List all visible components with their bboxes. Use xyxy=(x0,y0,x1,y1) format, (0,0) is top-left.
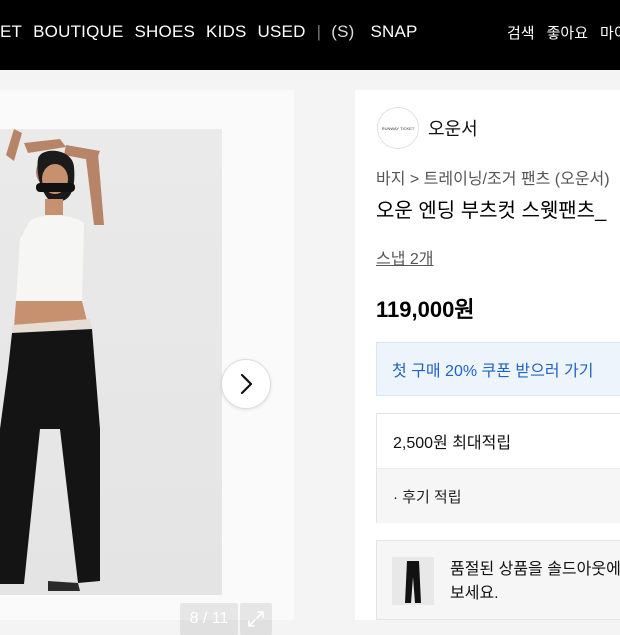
page-content: 8 / 11 RUNWAY TICKET 오운서 바지 > 트레이닝/조거 팬츠… xyxy=(0,70,620,635)
product-price: 119,000원 xyxy=(376,297,475,322)
pants-thumbnail-image xyxy=(405,561,421,603)
snap-label: SNAP xyxy=(370,22,418,41)
nav-item-used[interactable]: USED xyxy=(258,22,306,42)
brand-name[interactable]: 오운서 xyxy=(428,115,478,141)
soldout-message-line1: 품절된 상품을 솔드아웃에 xyxy=(450,561,620,578)
snap-count-link[interactable]: 스냅 2개 xyxy=(376,245,434,269)
nav-item-et[interactable]: ET xyxy=(0,22,22,42)
next-image-button[interactable] xyxy=(221,359,271,409)
soldout-thumbnail xyxy=(392,557,434,605)
likes-link[interactable]: 좋아요 xyxy=(547,22,588,43)
chevron-right-icon xyxy=(240,373,253,395)
user-nav: 검색 좋아요 마이 xyxy=(507,22,620,43)
soldout-message: 품절된 상품을 솔드아웃에 보세요. xyxy=(450,558,620,606)
nav-divider: | xyxy=(316,22,322,41)
my-page-link[interactable]: 마이 xyxy=(600,22,620,43)
expand-icon xyxy=(248,611,264,627)
image-counter: 8 / 11 xyxy=(180,603,238,635)
product-gallery: 8 / 11 xyxy=(0,90,294,635)
product-info-panel: RUNWAY TICKET 오운서 바지 > 트레이닝/조거 팬츠 (오운서) … xyxy=(355,90,620,620)
search-link[interactable]: 검색 xyxy=(507,22,535,43)
points-info-box: 2,500원 최대적립 · 후기 적립 xyxy=(376,413,620,523)
snap-logo-icon: (S) xyxy=(331,22,355,41)
max-points-text: 2,500원 최대적립 xyxy=(377,414,620,469)
first-purchase-coupon-button[interactable]: 첫 구매 20% 쿠폰 받으러 가기 xyxy=(376,342,620,396)
fullscreen-button[interactable] xyxy=(240,603,272,635)
top-navigation-bar: ET BOUTIQUE SHOES KIDS USED | (S) SNAP 검… xyxy=(0,0,620,70)
nav-item-kids[interactable]: KIDS xyxy=(206,22,246,42)
model-figure xyxy=(0,129,104,591)
nav-item-shoes[interactable]: SHOES xyxy=(135,22,196,42)
brand-logo[interactable]: RUNWAY TICKET xyxy=(377,107,419,149)
nav-item-snap[interactable]: (S) SNAP xyxy=(331,22,428,42)
product-title: 오운 엔딩 부츠컷 스웻팬츠_ xyxy=(376,200,607,222)
main-nav: ET BOUTIQUE SHOES KIDS USED | (S) SNAP xyxy=(0,22,440,42)
review-points-text: · 후기 적립 xyxy=(377,469,620,523)
soldout-banner[interactable]: 품절된 상품을 솔드아웃에 보세요. xyxy=(376,540,620,620)
nav-item-boutique[interactable]: BOUTIQUE xyxy=(33,22,123,42)
breadcrumb[interactable]: 바지 > 트레이닝/조거 팬츠 (오운서) xyxy=(376,165,610,189)
soldout-message-line2: 보세요. xyxy=(450,585,499,602)
product-photo[interactable] xyxy=(0,129,222,595)
